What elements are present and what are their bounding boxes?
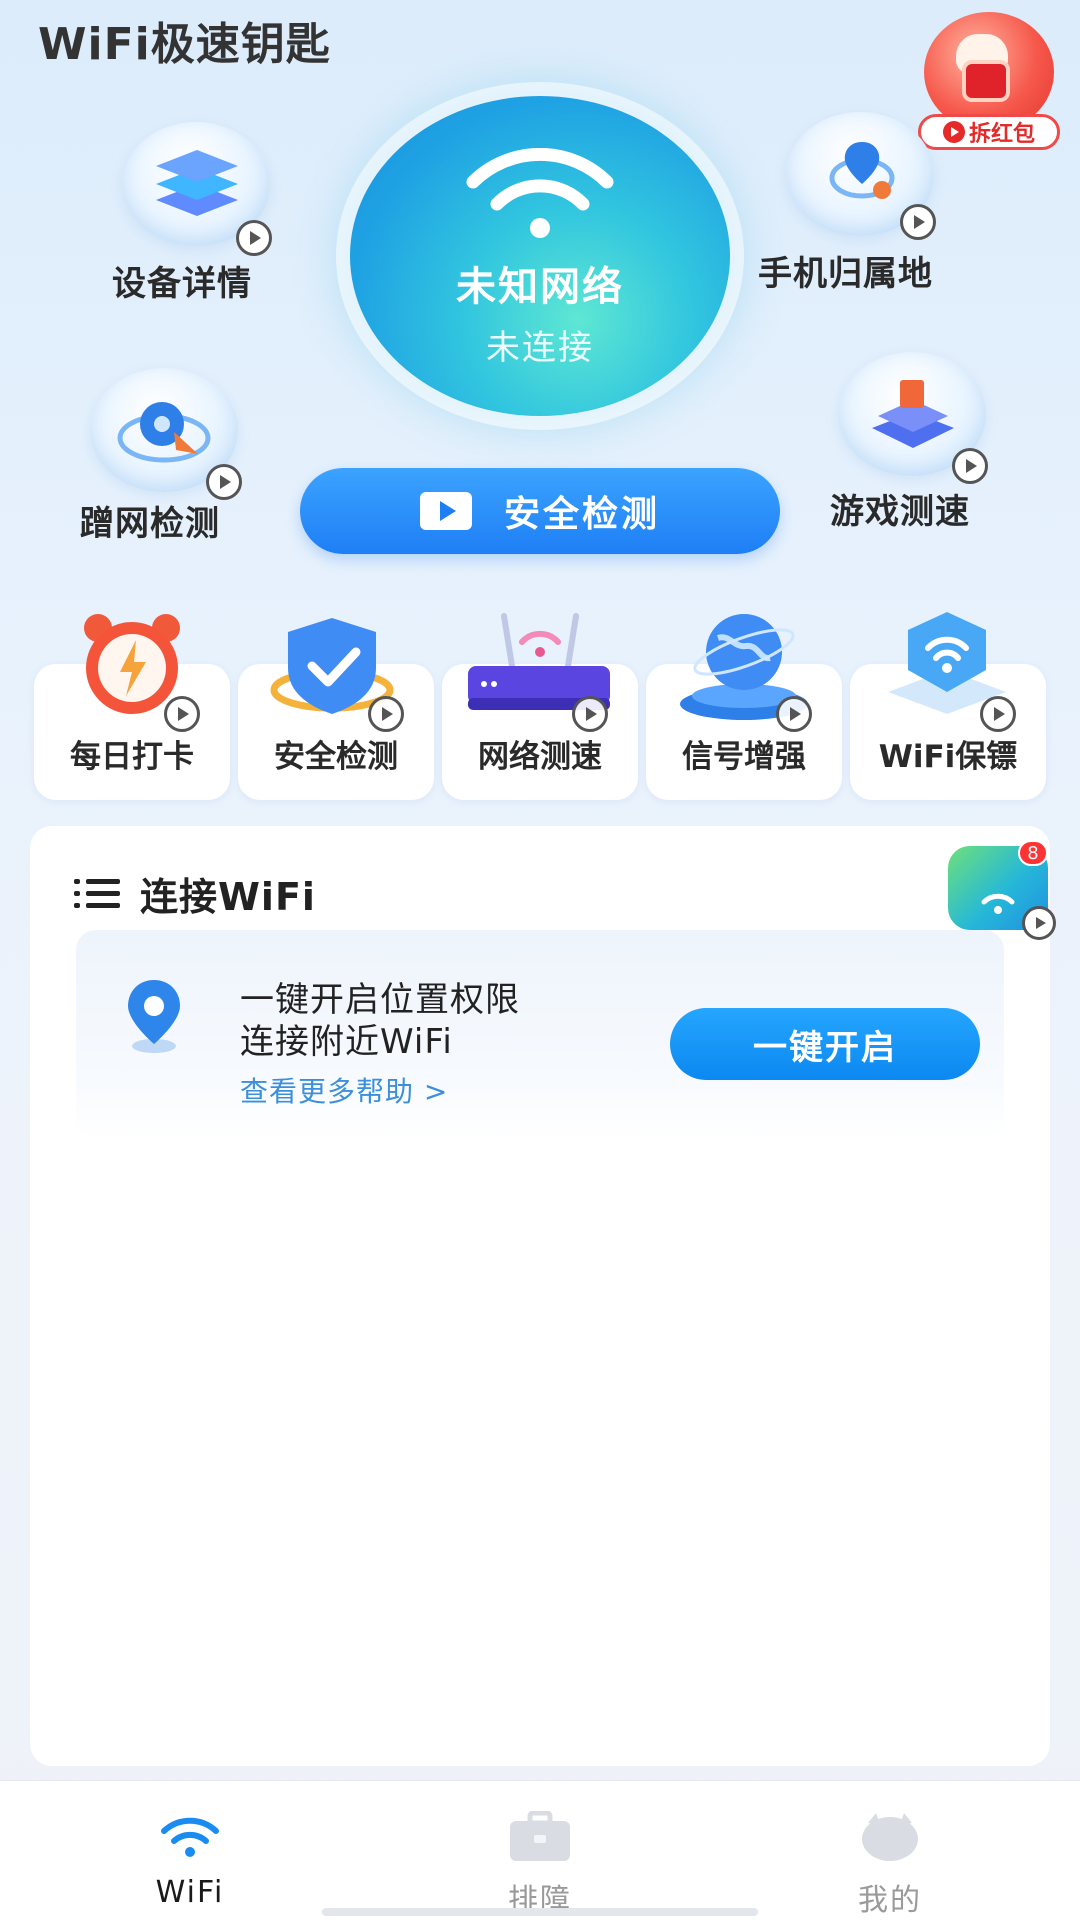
orb-device-details[interactable] — [122, 122, 272, 272]
enable-location-button[interactable]: 一键开启 — [670, 1008, 980, 1080]
help-link[interactable]: 查看更多帮助 > — [240, 1070, 448, 1110]
play-icon — [900, 204, 936, 240]
wifi-mini-icon — [981, 893, 1015, 914]
location-pin-icon — [128, 980, 180, 1053]
play-icon — [368, 696, 404, 732]
red-packet-label: 拆红包 — [968, 122, 1035, 147]
play-icon — [164, 696, 200, 732]
orb-label: 蹭网检测 — [80, 504, 220, 544]
play-icon — [1022, 906, 1056, 940]
play-icon — [980, 696, 1016, 732]
feature-label: 安全检测 — [274, 739, 398, 775]
nav-tab-wifi[interactable]: WiFi — [10, 1781, 370, 1920]
network-status-circle[interactable]: 未知网络 未连接 — [350, 96, 730, 416]
security-check-label: 安全检测 — [503, 494, 660, 535]
gift-icon — [966, 64, 1006, 98]
play-icon — [942, 121, 965, 143]
feature-daily-checkin[interactable]: 每日打卡 — [34, 614, 230, 800]
nav-label: 我的 — [858, 1883, 922, 1918]
nav-tab-troubleshoot[interactable]: 排障 — [360, 1781, 720, 1920]
permission-subtext: 连接附近WiFi — [240, 1022, 453, 1062]
security-check-button[interactable]: 安全检测 — [300, 468, 780, 554]
feature-network-speedtest[interactable]: 网络测速 — [442, 613, 638, 800]
connect-wifi-card: 连接WiFi 一键开启位置权限 连接附近WiFi 查看更多帮助 > 一键开启 — [30, 826, 1050, 1766]
play-icon — [206, 464, 242, 500]
phone-location-icon — [829, 142, 895, 199]
feature-security-check[interactable]: 安全检测 — [238, 618, 434, 800]
orb-phone-location[interactable] — [786, 112, 936, 262]
radar-icon — [117, 402, 211, 463]
red-packet-button[interactable]: 拆红包 — [918, 6, 1060, 150]
play-icon — [952, 448, 988, 484]
bottom-nav: WiFi 排障 我的 — [0, 1780, 1080, 1920]
profile-icon — [862, 1813, 918, 1861]
nav-label: WiFi — [155, 1875, 225, 1910]
notification-badge: 8 — [1018, 840, 1048, 866]
orb-label: 设备详情 — [112, 264, 252, 304]
play-icon — [236, 220, 272, 256]
orb-label: 手机归属地 — [758, 254, 933, 294]
network-name: 未知网络 — [456, 264, 624, 310]
location-permission-card: 一键开启位置权限 连接附近WiFi 查看更多帮助 > 一键开启 — [76, 930, 1004, 1140]
feature-label: 每日打卡 — [70, 739, 194, 775]
orb-label: 游戏测速 — [830, 492, 970, 532]
video-play-icon — [419, 492, 472, 530]
app-title: WiFi极速钥匙 — [38, 19, 331, 70]
orb-game-speedtest[interactable] — [838, 352, 988, 502]
list-icon — [74, 878, 120, 909]
play-icon — [572, 696, 608, 732]
section-header: 连接WiFi — [74, 866, 316, 921]
nav-tab-profile[interactable]: 我的 — [710, 1781, 1070, 1920]
toolbox-icon — [510, 1811, 570, 1861]
play-icon — [776, 696, 812, 732]
feature-label: 网络测速 — [478, 739, 602, 775]
layers-icon — [156, 150, 238, 216]
section-title: 连接WiFi — [140, 875, 316, 919]
wifi-signal-icon — [466, 148, 614, 238]
home-indicator — [322, 1908, 758, 1916]
feature-wifi-guard[interactable]: WiFi保镖 — [850, 612, 1046, 800]
floating-widget[interactable]: 8 — [948, 840, 1056, 940]
feature-signal-boost[interactable]: 信号增强 — [646, 614, 842, 800]
feature-label: WiFi保镖 — [878, 739, 1018, 775]
wifi-icon — [161, 1817, 219, 1857]
network-status: 未连接 — [486, 328, 594, 368]
cube-icon — [872, 380, 954, 448]
feature-label: 信号增强 — [682, 739, 806, 775]
